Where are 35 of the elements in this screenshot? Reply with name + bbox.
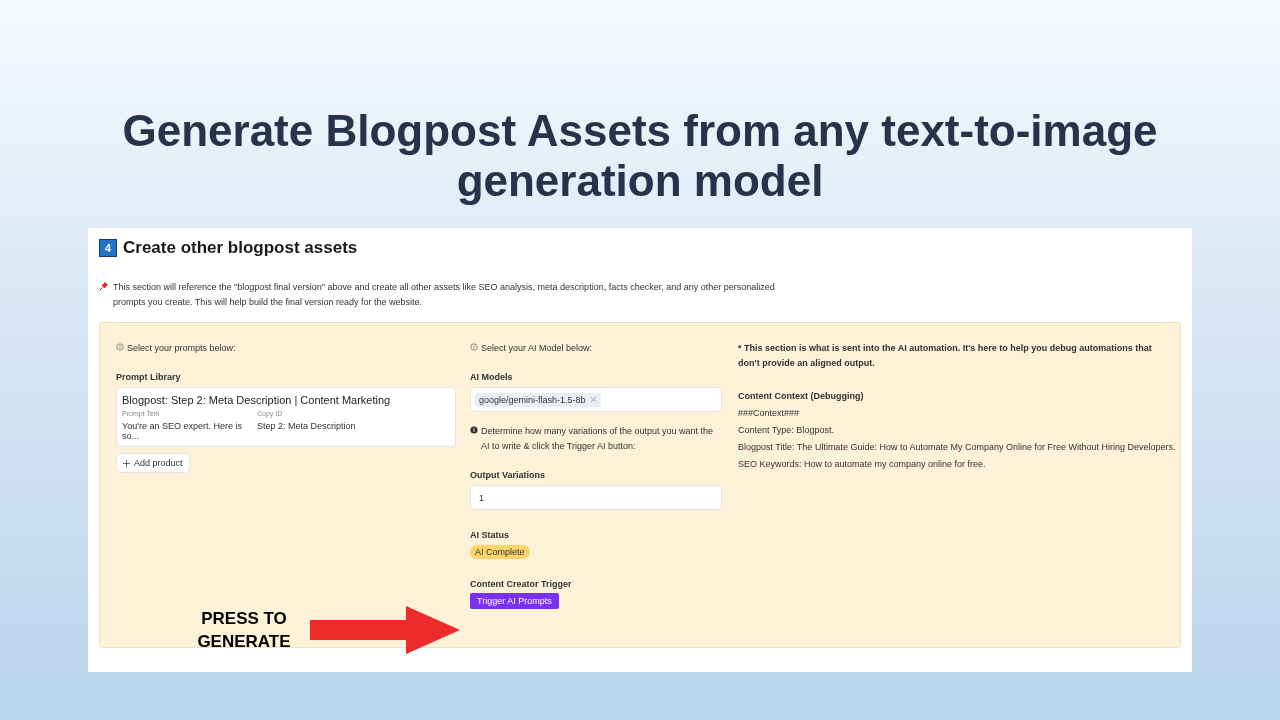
field-label: Content Creator Trigger: [470, 579, 572, 589]
context-line: ###Context###: [738, 407, 800, 420]
field-label: Prompt Library: [116, 372, 181, 382]
callout-text: PRESS TO GENERATE: [196, 608, 292, 653]
model-tag: google/gemini-flash-1.5-8b: [475, 392, 601, 407]
info-icon: [116, 343, 124, 351]
card-title: Blogpost: Step 2: Meta Description | Content Marketing: [122, 394, 392, 406]
slide-title: Generate Blogpost Assets from any text-to-image generation model: [121, 106, 1159, 206]
note-text: * This section is what is sent into the AI automation. It's here to help you debug automations that don't provide an aligned output.: [738, 342, 1153, 370]
trigger-button[interactable]: Trigger AI Prompts: [470, 593, 559, 609]
number-badge: 4: [99, 239, 117, 257]
arrow-icon: [310, 606, 460, 654]
model-select-field[interactable]: google/gemini-flash-1.5-8b: [470, 387, 722, 412]
info-icon: [470, 426, 478, 434]
status-badge: AI Complete: [470, 545, 530, 559]
field-label: Output Variations: [470, 470, 545, 480]
field-value: You're an SEO expert. Here is so...: [122, 421, 243, 441]
hint-text: Determine how many variations of the output you want the AI to write & click the Trigger AI button:: [481, 425, 715, 453]
plus-icon: [123, 459, 130, 467]
remove-icon[interactable]: [589, 396, 597, 403]
field-value: Step 2: Meta Description: [257, 421, 356, 431]
info-icon: [470, 343, 478, 351]
output-variations-field[interactable]: 1: [470, 485, 722, 510]
section-title: Create other blogpost assets: [123, 238, 358, 258]
section-description: This section will reference the "blogpost final version" above and create all other assets like SEO analysis, meta description, facts checker, and any other personalized prompts you create. This will help build the final version ready for the website.: [113, 281, 776, 309]
hint-text: Select your AI Model below:: [481, 342, 593, 355]
field-label: AI Status: [470, 530, 509, 540]
field-label: Content Context (Debugging): [738, 391, 864, 401]
field-label: AI Models: [470, 372, 513, 382]
context-line: Content Type: Blogpost.: [738, 424, 834, 437]
pushpin-icon: [99, 281, 109, 291]
hint-text: Select your prompts below:: [127, 342, 236, 355]
context-line: Blogpost Title: The Ultimate Guide: How to Automate My Company Online for Free Without Hiring Developers.: [738, 441, 1176, 454]
add-product-button[interactable]: Add product: [116, 453, 190, 473]
context-line: SEO Keywords: How to automate my company online for free.: [738, 458, 986, 471]
